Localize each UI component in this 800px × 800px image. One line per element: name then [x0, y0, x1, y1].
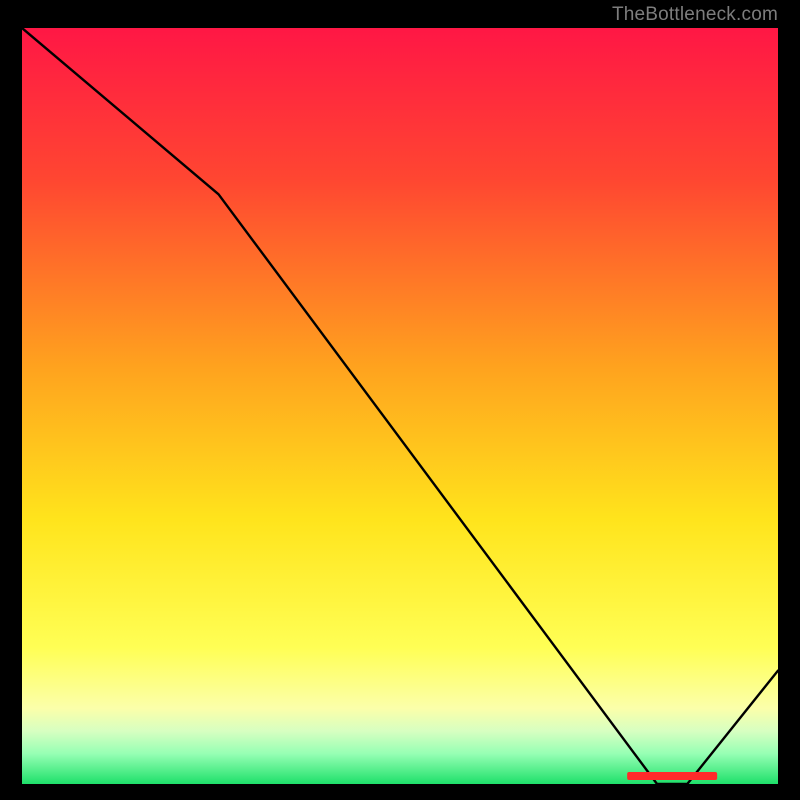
plot-area [22, 28, 778, 784]
gradient-background [22, 28, 778, 784]
attribution-text: TheBottleneck.com [612, 4, 778, 26]
chart-svg [22, 28, 778, 784]
chart-container: TheBottleneck.com [0, 0, 800, 800]
bottom-label-marker [627, 772, 717, 780]
